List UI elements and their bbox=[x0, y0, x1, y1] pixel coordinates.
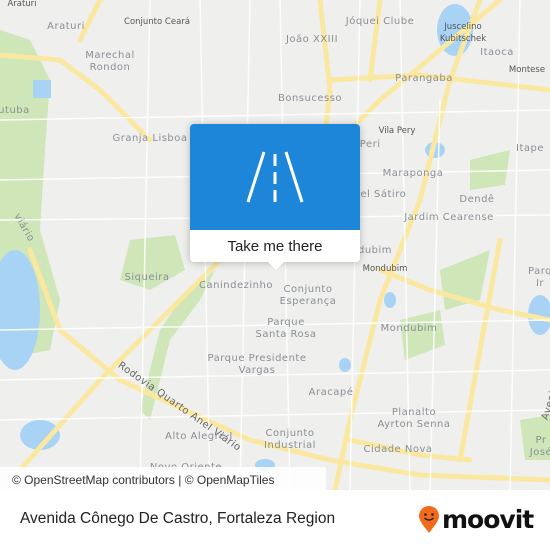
map-label: Dendê bbox=[459, 194, 495, 205]
map-label: Itape bbox=[516, 143, 544, 154]
moovit-logo-text: moovit bbox=[442, 505, 534, 534]
map-label: oel Sátiro bbox=[353, 189, 407, 200]
map-label: Jóquei Clube bbox=[345, 16, 415, 27]
location-popup: Take me there bbox=[190, 124, 360, 270]
map-label: Aracapé bbox=[308, 387, 354, 398]
map-label: Mondubim bbox=[362, 264, 408, 274]
map-label: Vila Pery bbox=[378, 126, 416, 136]
location-title: Avenida Cônego De Castro, Fortaleza Regi… bbox=[20, 510, 336, 527]
map-label: Conjunto Ceará bbox=[124, 17, 190, 27]
map-label: Parq Ir bbox=[528, 266, 550, 289]
map-label: Itaoca bbox=[480, 47, 514, 58]
map-label: João XXIII bbox=[285, 34, 339, 45]
road-icon bbox=[246, 151, 304, 203]
map-label: Cidade Nova bbox=[363, 444, 433, 455]
map-label: Siqueira bbox=[124, 272, 170, 283]
map-label: Marechal Rondon bbox=[85, 50, 135, 73]
map-label: Maraponga bbox=[382, 168, 444, 179]
map-label: Parangaba bbox=[395, 73, 453, 84]
take-me-there-button[interactable]: Take me there bbox=[190, 230, 360, 262]
map-label: Canindezinho bbox=[199, 280, 273, 291]
map-attribution[interactable]: © OpenStreetMap contributors | © OpenMap… bbox=[0, 467, 326, 490]
map-label: Pr José bbox=[529, 435, 550, 458]
map-label: Bonsucesso bbox=[277, 93, 343, 104]
map-label: Montese bbox=[508, 65, 546, 75]
map-label: Alto Alegre I bbox=[165, 431, 233, 442]
map-label: Granja Lisboa bbox=[112, 133, 188, 144]
map-label: dubim bbox=[357, 245, 393, 256]
map-label: Planalto Ayrton Senna bbox=[377, 407, 451, 430]
map-label: Parque Santa Rosa bbox=[255, 317, 317, 340]
popup-pointer bbox=[268, 262, 284, 270]
map-label: Conjunto Industrial bbox=[264, 428, 316, 451]
map-label: Mondubim bbox=[380, 323, 438, 334]
map[interactable]: Araturi Araturi Conjunto Ceará Jóquei Cl… bbox=[0, 0, 550, 490]
map-label: Conjunto Esperança bbox=[279, 284, 337, 307]
moovit-pin-icon bbox=[419, 505, 439, 533]
map-label: Parque Presidente Vargas bbox=[207, 353, 307, 376]
map-label: Araturi bbox=[47, 21, 85, 32]
popup-header bbox=[190, 124, 360, 230]
map-label: Araturi bbox=[7, 0, 37, 9]
map-label: utuba bbox=[0, 105, 30, 116]
map-label: Jardim Cearense bbox=[404, 212, 494, 223]
moovit-logo: moovit bbox=[418, 505, 534, 534]
map-label: Juscelino Kubitschek bbox=[439, 22, 487, 44]
